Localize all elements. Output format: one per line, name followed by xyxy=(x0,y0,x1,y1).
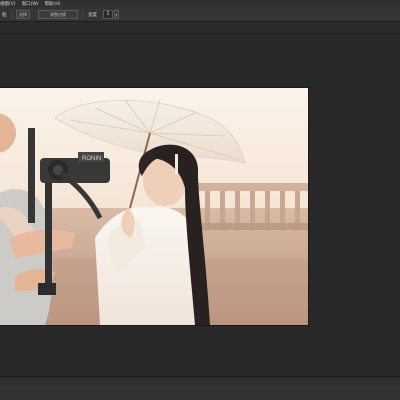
document-tab-strip xyxy=(0,22,400,34)
select-button[interactable]: 选择 xyxy=(16,10,30,19)
status-bar xyxy=(0,376,400,385)
width-label: 宽度 xyxy=(88,13,97,18)
options-bar: 框 选择 调整边缘 宽度 5 ▾ xyxy=(0,7,400,22)
options-separator xyxy=(82,10,83,19)
document-image[interactable]: RONIN xyxy=(0,88,308,325)
photo-illustration: RONIN xyxy=(0,88,308,325)
bottom-panel xyxy=(0,385,400,400)
menu-bar: 视图(V) 窗口(W) 帮助(H) xyxy=(0,0,400,7)
width-input[interactable]: 5 xyxy=(103,10,113,19)
options-left-label: 框 xyxy=(2,13,7,18)
menu-help[interactable]: 帮助(H) xyxy=(45,1,61,7)
refine-edge-button[interactable]: 调整边缘 xyxy=(38,10,78,19)
options-separator xyxy=(12,10,13,19)
menu-view[interactable]: 视图(V) xyxy=(0,1,16,7)
menu-window[interactable]: 窗口(W) xyxy=(22,1,39,7)
width-chevron-down-icon[interactable]: ▾ xyxy=(114,10,119,19)
